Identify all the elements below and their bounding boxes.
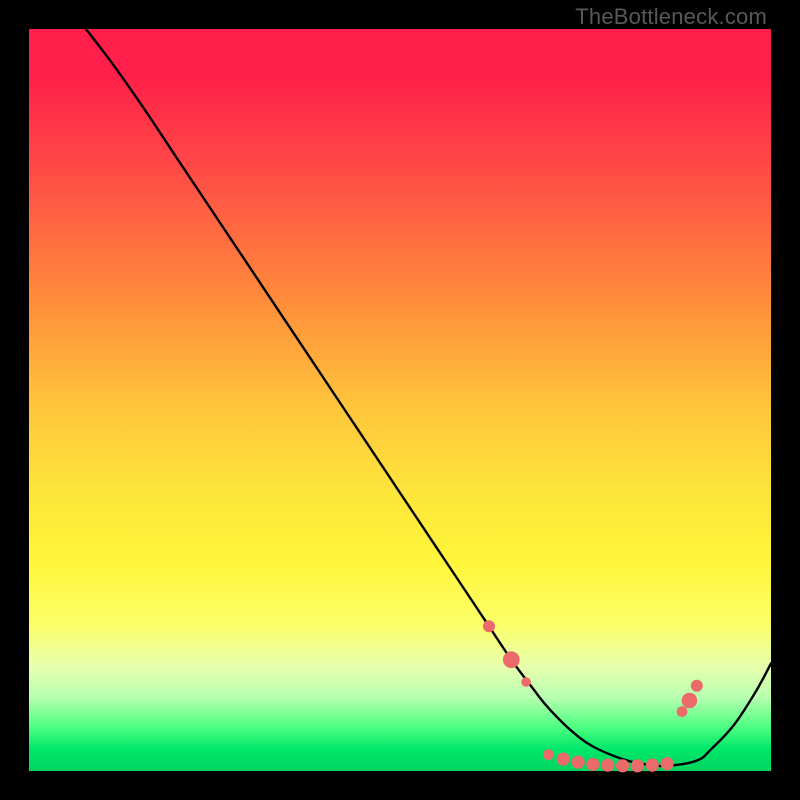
- data-marker: [661, 757, 674, 770]
- data-marker: [677, 706, 688, 717]
- chart-svg: [29, 29, 771, 771]
- data-marker: [616, 759, 629, 772]
- data-marker: [682, 693, 698, 709]
- data-marker: [503, 651, 520, 668]
- data-marker: [601, 759, 614, 772]
- data-marker: [646, 759, 659, 772]
- data-markers: [483, 620, 703, 772]
- data-marker: [586, 758, 599, 771]
- bottleneck-curve: [29, 0, 771, 766]
- data-marker: [483, 620, 495, 632]
- data-marker: [543, 749, 554, 760]
- watermark-text: TheBottleneck.com: [575, 4, 767, 30]
- data-marker: [572, 756, 585, 769]
- data-marker: [631, 759, 644, 772]
- data-marker: [691, 680, 703, 692]
- data-marker: [521, 677, 531, 687]
- chart-frame: [29, 29, 771, 771]
- data-marker: [557, 753, 570, 766]
